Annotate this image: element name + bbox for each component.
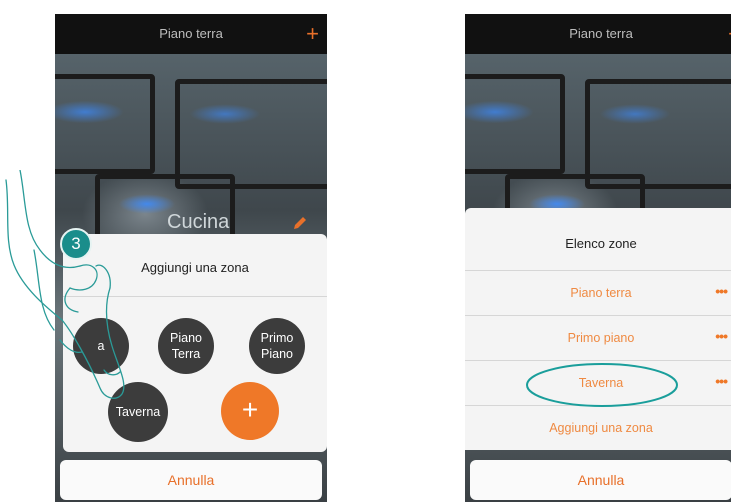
add-zone-label: Aggiungi una zona xyxy=(549,421,653,435)
more-dots-icon[interactable]: ••• xyxy=(715,361,728,401)
zone-list-panel: Elenco zone Piano terra ••• Primo piano … xyxy=(465,208,731,450)
zone-label-line2: Piano xyxy=(261,347,293,361)
plus-icon: + xyxy=(241,394,259,425)
highlight-ellipse xyxy=(526,363,678,407)
step-badge: 3 xyxy=(60,228,92,260)
phone-screen-right: Piano terra + Elenco zone Piano terra ••… xyxy=(465,14,731,502)
zone-label: Primo piano xyxy=(567,331,635,345)
zone-row-piano-terra[interactable]: Piano terra ••• xyxy=(465,271,731,315)
top-bar: Piano terra + xyxy=(55,14,327,54)
zone-button-primo-piano[interactable]: Primo Piano xyxy=(249,318,305,374)
add-zone-row[interactable]: Aggiungi una zona xyxy=(465,406,731,450)
zone-row-primo-piano[interactable]: Primo piano ••• xyxy=(465,316,731,360)
zone-label: Piano terra xyxy=(570,286,632,300)
more-dots-icon[interactable]: ••• xyxy=(715,271,728,311)
cancel-button[interactable]: Annulla xyxy=(470,460,731,500)
top-bar: Piano terra + xyxy=(465,14,731,54)
zone-label-line1: Piano xyxy=(170,331,202,345)
pencil-icon[interactable] xyxy=(291,214,309,232)
zone-button-piano-terra[interactable]: Piano Terra xyxy=(158,318,214,374)
stove-grate xyxy=(585,79,731,189)
list-title: Elenco zone xyxy=(565,236,637,251)
more-dots-icon[interactable]: ••• xyxy=(715,316,728,356)
header-title: Piano terra xyxy=(159,26,223,41)
cancel-button[interactable]: Annulla xyxy=(60,460,322,500)
stove-grate xyxy=(175,79,327,189)
add-zone-button[interactable]: + xyxy=(221,382,279,440)
pointing-hand-icon xyxy=(5,170,125,399)
zone-label-line1: Primo xyxy=(260,331,294,345)
room-name: Cucina xyxy=(167,211,230,233)
stove-grate xyxy=(55,74,155,174)
zone-label-line2: Terra xyxy=(171,347,201,361)
plus-icon[interactable]: + xyxy=(306,14,319,54)
stove-grate xyxy=(465,74,565,174)
header-title: Piano terra xyxy=(569,26,633,41)
